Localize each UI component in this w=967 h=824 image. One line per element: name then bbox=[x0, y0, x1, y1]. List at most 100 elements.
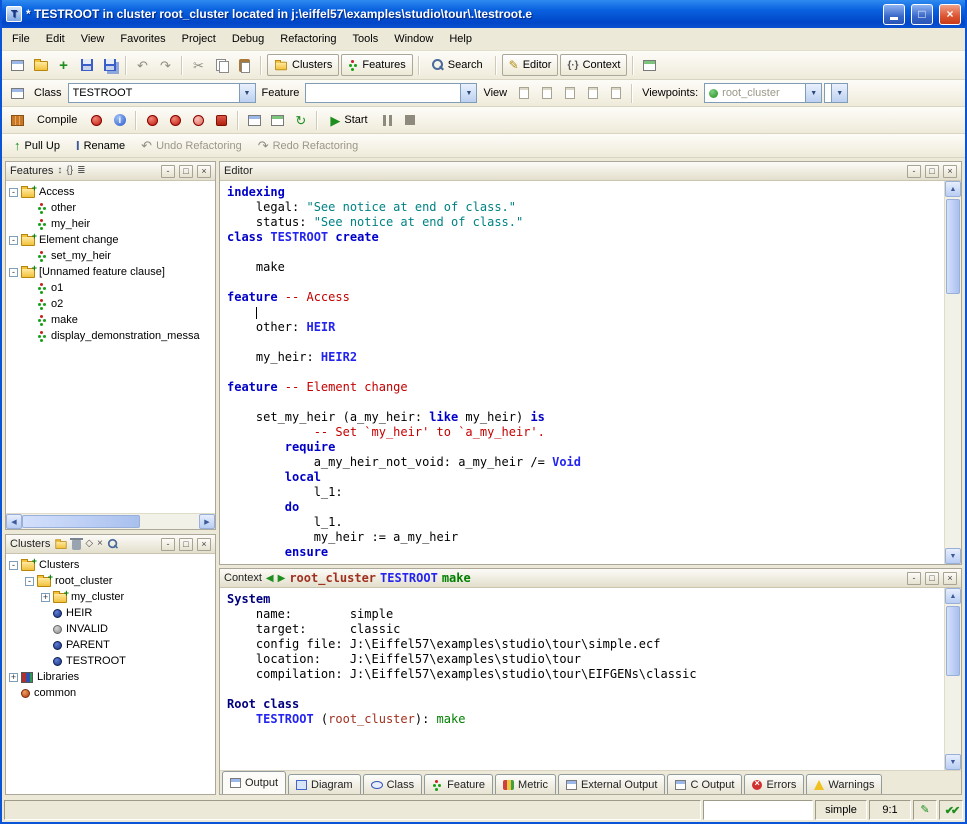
chevron-down-icon[interactable]: ▼ bbox=[831, 84, 847, 102]
chevron-down-icon[interactable]: ▼ bbox=[805, 84, 821, 102]
view-flat-icon[interactable] bbox=[559, 83, 580, 104]
copy-icon[interactable] bbox=[211, 55, 232, 76]
tree-item[interactable]: -root_cluster bbox=[6, 573, 215, 589]
tab-class[interactable]: Class bbox=[363, 774, 423, 794]
pull-up-button[interactable]: ↑ Pull Up bbox=[7, 135, 67, 157]
view-interface-icon[interactable] bbox=[605, 83, 626, 104]
redo-icon[interactable]: ↷ bbox=[155, 55, 176, 76]
context-toggle-button[interactable]: {·} Context bbox=[560, 54, 627, 76]
stop-icon[interactable] bbox=[400, 110, 421, 131]
menu-refactoring[interactable]: Refactoring bbox=[272, 30, 344, 48]
context-vscrollbar[interactable]: ▲ ▼ bbox=[944, 588, 961, 770]
tree-item[interactable]: -Clusters bbox=[6, 557, 215, 573]
close-panel-button[interactable]: × bbox=[943, 165, 957, 178]
minimize-panel-button[interactable]: - bbox=[907, 165, 921, 178]
class-tool-icon[interactable] bbox=[7, 83, 28, 104]
precompile-icon[interactable] bbox=[211, 110, 232, 131]
sort-features-icon[interactable]: ↕ bbox=[57, 166, 62, 176]
tree-item[interactable]: +o1 bbox=[6, 280, 215, 296]
tree-item[interactable]: +INVALID bbox=[6, 621, 215, 637]
freeze-icon[interactable] bbox=[165, 110, 186, 131]
menu-view[interactable]: View bbox=[73, 30, 113, 48]
new-window-icon[interactable] bbox=[7, 55, 28, 76]
tree-item[interactable]: +my_cluster bbox=[6, 589, 215, 605]
launch-system-icon[interactable] bbox=[267, 110, 288, 131]
scroll-right-button[interactable]: ▶ bbox=[199, 514, 215, 529]
pause-icon[interactable] bbox=[377, 110, 398, 131]
tab-feature[interactable]: Feature bbox=[424, 774, 493, 794]
close-button[interactable]: × bbox=[939, 4, 961, 25]
minimize-button[interactable] bbox=[883, 4, 905, 25]
history-forward-icon[interactable]: ▶ bbox=[278, 573, 286, 584]
collapse-icon[interactable]: - bbox=[9, 188, 18, 197]
open-system-icon[interactable] bbox=[244, 110, 265, 131]
history-back-icon[interactable]: ◀ bbox=[266, 573, 274, 584]
features-toggle-button[interactable]: Features bbox=[341, 54, 412, 76]
tab-errors[interactable]: Errors bbox=[744, 774, 804, 794]
scroll-down-button[interactable]: ▼ bbox=[945, 548, 961, 564]
maximize-panel-button[interactable]: □ bbox=[179, 538, 193, 551]
tab-external-output[interactable]: External Output bbox=[558, 774, 665, 794]
save-icon[interactable] bbox=[76, 55, 97, 76]
collapse-icon[interactable]: - bbox=[9, 236, 18, 245]
viewpoint-extra-combo[interactable]: ▼ bbox=[824, 83, 848, 103]
editor-vscrollbar[interactable]: ▲ ▼ bbox=[944, 181, 961, 564]
chevron-down-icon[interactable]: ▼ bbox=[239, 84, 255, 102]
minimize-panel-button[interactable]: - bbox=[161, 538, 175, 551]
menu-tools[interactable]: Tools bbox=[345, 30, 387, 48]
undo-refactoring-button[interactable]: ↶ Undo Refactoring bbox=[134, 135, 249, 157]
new-tab-icon[interactable]: + bbox=[53, 55, 74, 76]
maximize-panel-button[interactable]: □ bbox=[925, 165, 939, 178]
tree-item[interactable]: -Access bbox=[6, 184, 215, 200]
class-combo[interactable]: TESTROOT ▼ bbox=[68, 83, 256, 103]
tree-item[interactable]: +PARENT bbox=[6, 637, 215, 653]
view-basic-icon[interactable] bbox=[513, 83, 534, 104]
scroll-up-button[interactable]: ▲ bbox=[945, 181, 961, 197]
expand-icon[interactable]: + bbox=[9, 673, 18, 682]
flat-list-icon[interactable]: ≣ bbox=[77, 166, 85, 176]
viewpoints-combo[interactable]: root_cluster ▼ bbox=[704, 83, 822, 103]
close-panel-button[interactable]: × bbox=[197, 165, 211, 178]
tree-item[interactable]: -[Unnamed feature clause] bbox=[6, 264, 215, 280]
view-contract-icon[interactable] bbox=[582, 83, 603, 104]
refresh-icon[interactable]: ↻ bbox=[290, 110, 311, 131]
tree-item[interactable]: +Libraries bbox=[6, 669, 215, 685]
tab-output[interactable]: Output bbox=[222, 771, 286, 794]
undo-icon[interactable]: ↶ bbox=[132, 55, 153, 76]
title-bar[interactable]: * TESTROOT in cluster root_cluster locat… bbox=[2, 0, 965, 28]
menu-file[interactable]: File bbox=[4, 30, 38, 48]
maximize-panel-button[interactable]: □ bbox=[179, 165, 193, 178]
menu-project[interactable]: Project bbox=[174, 30, 224, 48]
compile-stop-icon[interactable] bbox=[86, 110, 107, 131]
tree-item[interactable]: +my_heir bbox=[6, 216, 215, 232]
open-icon[interactable] bbox=[30, 55, 51, 76]
paste-icon[interactable] bbox=[234, 55, 255, 76]
tree-item[interactable]: +common bbox=[6, 685, 215, 701]
scrollbar-thumb[interactable] bbox=[22, 515, 140, 528]
scrollbar-thumb[interactable] bbox=[946, 199, 960, 294]
search-button[interactable]: Search bbox=[425, 54, 490, 76]
diamond-icon[interactable]: ◇ bbox=[85, 539, 93, 549]
scroll-left-button[interactable]: ◀ bbox=[6, 514, 22, 529]
rename-button[interactable]: I Rename bbox=[69, 135, 132, 157]
redo-refactoring-button[interactable]: ↷ Redo Refactoring bbox=[251, 135, 366, 157]
menu-help[interactable]: Help bbox=[441, 30, 480, 48]
tree-item[interactable]: +display_demonstration_messa bbox=[6, 328, 215, 344]
collapse-icon[interactable]: - bbox=[9, 268, 18, 277]
signature-icon[interactable]: {} bbox=[66, 166, 73, 176]
compile-settings-icon[interactable] bbox=[7, 110, 28, 131]
start-button[interactable]: ▶ Start bbox=[323, 109, 374, 131]
context-nav-cluster[interactable]: root_cluster bbox=[289, 571, 376, 585]
context-nav-class[interactable]: TESTROOT bbox=[380, 571, 438, 585]
menu-debug[interactable]: Debug bbox=[224, 30, 272, 48]
tab-c-output[interactable]: C Output bbox=[667, 774, 742, 794]
tree-item[interactable]: -Element change bbox=[6, 232, 215, 248]
menu-edit[interactable]: Edit bbox=[38, 30, 73, 48]
menu-favorites[interactable]: Favorites bbox=[112, 30, 173, 48]
search-icon[interactable] bbox=[108, 539, 118, 549]
chevron-down-icon[interactable]: ▼ bbox=[460, 84, 476, 102]
maximize-panel-button[interactable]: □ bbox=[925, 572, 939, 585]
minimize-panel-button[interactable]: - bbox=[907, 572, 921, 585]
remove-icon[interactable]: × bbox=[97, 539, 103, 549]
close-panel-button[interactable]: × bbox=[943, 572, 957, 585]
